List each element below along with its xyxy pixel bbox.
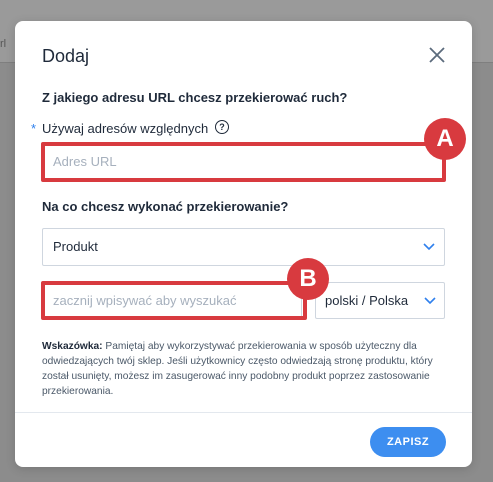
footer-divider [15,412,472,413]
relative-urls-label: Używaj adresów względnych [42,121,209,136]
language-select[interactable]: polski / Polska [315,282,445,319]
close-icon[interactable] [425,43,449,67]
product-search-input[interactable] [42,282,302,319]
help-icon[interactable]: ? [215,120,229,134]
target-question: Na co chcesz wykonać przekierowanie? [42,199,289,214]
required-marker: * [31,121,37,136]
annotation-marker-b: B [287,258,329,300]
save-button[interactable]: ZAPISZ [370,427,446,457]
add-redirect-dialog: Dodaj Z jakiego adresu URL chcesz przeki… [15,21,472,467]
source-url-question: Z jakiego adresu URL chcesz przekierować… [42,90,348,105]
dialog-title: Dodaj [42,46,90,66]
hint-text: Wskazówka: Pamiętaj aby wykorzystywać pr… [42,339,447,399]
target-type-select[interactable]: Produkt [42,228,445,266]
chevron-down-icon [423,243,435,251]
hint-label: Wskazówka: [42,341,103,352]
annotation-marker-a: A [424,118,466,160]
language-value: polski / Polska [325,293,409,308]
source-url-input[interactable] [42,143,445,179]
target-type-value: Produkt [53,239,98,254]
chevron-down-icon [424,296,436,304]
background-fragment-text: rl [0,38,7,50]
